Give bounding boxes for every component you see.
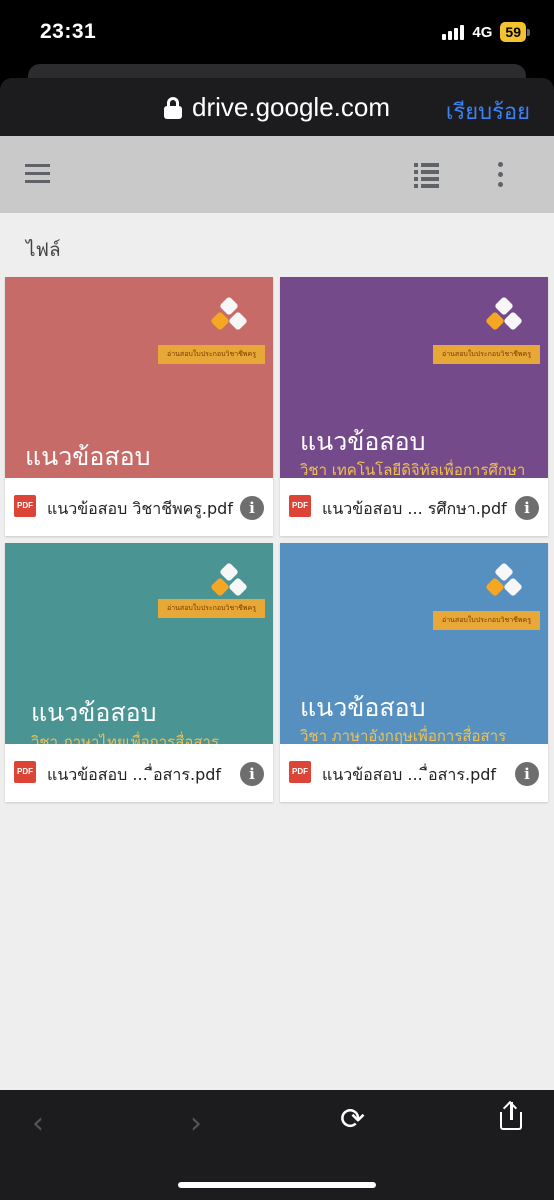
network-type: 4G <box>472 23 493 41</box>
file-row[interactable]: PDF แนวข้อสอบ ... ื่อสาร.pdf i <box>280 744 548 802</box>
logo-icon <box>210 296 248 335</box>
drive-toolbar <box>0 136 554 213</box>
pdf-icon: PDF <box>289 761 311 783</box>
thumbnail-title: แนวข้อสอบ <box>300 693 426 722</box>
file-thumbnail[interactable]: อ่านสอบใบประกอบวิชาชีพครู แนวข้อสอบ <box>5 277 273 478</box>
battery-level: 59 <box>500 22 526 42</box>
pdf-icon: PDF <box>14 761 36 783</box>
info-icon[interactable]: i <box>515 496 539 520</box>
pdf-icon: PDF <box>14 495 36 517</box>
battery-icon: 59 <box>500 22 530 42</box>
file-row[interactable]: PDF แนวข้อสอบ วิชาชีพครู.pdf i <box>5 478 273 536</box>
reload-icon[interactable]: ⟳ <box>340 1102 365 1137</box>
browser-url-bar: drive.google.com เรียบร้อย <box>0 78 554 136</box>
forward-icon[interactable]: › <box>190 1106 202 1141</box>
back-icon[interactable]: ‹ <box>32 1106 44 1141</box>
home-indicator[interactable] <box>178 1182 376 1188</box>
file-card[interactable]: อ่านสอบใบประกอบวิชาชีพครู แนวข้อสอบ วิชา… <box>280 277 548 536</box>
thumbnail-tag: อ่านสอบใบประกอบวิชาชีพครู <box>433 611 540 630</box>
info-icon[interactable]: i <box>240 762 264 786</box>
info-icon[interactable]: i <box>515 762 539 786</box>
thumbnail-tag: อ่านสอบใบประกอบวิชาชีพครู <box>158 599 265 618</box>
signal-icon <box>442 24 465 40</box>
more-options-icon[interactable] <box>498 162 504 192</box>
file-name: แนวข้อสอบ ... รศึกษา.pdf <box>322 499 507 518</box>
logo-icon <box>485 296 523 335</box>
file-card[interactable]: อ่านสอบใบประกอบวิชาชีพครู แนวข้อสอบ วิชา… <box>5 543 273 802</box>
lock-icon <box>164 96 182 119</box>
file-thumbnail[interactable]: อ่านสอบใบประกอบวิชาชีพครู แนวข้อสอบ วิชา… <box>280 277 548 478</box>
file-name: แนวข้อสอบ วิชาชีพครู.pdf <box>47 499 233 518</box>
thumbnail-subtitle: วิชา ภาษาไทยเพื่อการสื่อสาร <box>31 733 220 744</box>
thumbnail-title: แนวข้อสอบ <box>25 442 151 471</box>
file-name: แนวข้อสอบ ... ื่อสาร.pdf <box>322 765 497 784</box>
file-row[interactable]: PDF แนวข้อสอบ ... รศึกษา.pdf i <box>280 478 548 536</box>
url-host-text: drive.google.com <box>192 92 390 122</box>
share-icon[interactable] <box>498 1100 524 1132</box>
thumbnail-tag: อ่านสอบใบประกอบวิชาชีพครู <box>433 345 540 364</box>
hamburger-menu-icon[interactable] <box>25 164 50 184</box>
section-label: ไฟล์ <box>26 239 61 261</box>
drive-content: ไฟล์ อ่านสอบใบประกอบวิชาชีพครู แนวข้อสอบ… <box>0 213 554 1090</box>
done-button[interactable]: เรียบร้อย <box>446 94 530 129</box>
list-view-icon[interactable] <box>414 163 439 188</box>
file-card[interactable]: อ่านสอบใบประกอบวิชาชีพครู แนวข้อสอบ วิชา… <box>280 543 548 802</box>
thumbnail-subtitle: วิชา ภาษาอังกฤษเพื่อการสื่อสาร <box>300 727 507 744</box>
file-name: แนวข้อสอบ ... ื่อสาร.pdf <box>47 765 222 784</box>
status-bar: 23:31 4G 59 <box>0 0 554 70</box>
info-icon[interactable]: i <box>240 496 264 520</box>
pdf-icon: PDF <box>289 495 311 517</box>
logo-icon <box>210 562 248 601</box>
status-indicators: 4G 59 <box>442 22 530 42</box>
file-thumbnail[interactable]: อ่านสอบใบประกอบวิชาชีพครู แนวข้อสอบ วิชา… <box>280 543 548 744</box>
logo-icon <box>485 562 523 601</box>
file-thumbnail[interactable]: อ่านสอบใบประกอบวิชาชีพครู แนวข้อสอบ วิชา… <box>5 543 273 744</box>
thumbnail-tag: อ่านสอบใบประกอบวิชาชีพครู <box>158 345 265 364</box>
file-card[interactable]: อ่านสอบใบประกอบวิชาชีพครู แนวข้อสอบ PDF … <box>5 277 273 536</box>
status-time: 23:31 <box>40 20 97 43</box>
thumbnail-subtitle: วิชา เทคโนโลยีดิจิทัลเพื่อการศึกษา <box>300 461 526 478</box>
file-row[interactable]: PDF แนวข้อสอบ ... ื่อสาร.pdf i <box>5 744 273 802</box>
thumbnail-title: แนวข้อสอบ <box>300 427 426 456</box>
thumbnail-title: แนวข้อสอบ <box>31 698 157 727</box>
